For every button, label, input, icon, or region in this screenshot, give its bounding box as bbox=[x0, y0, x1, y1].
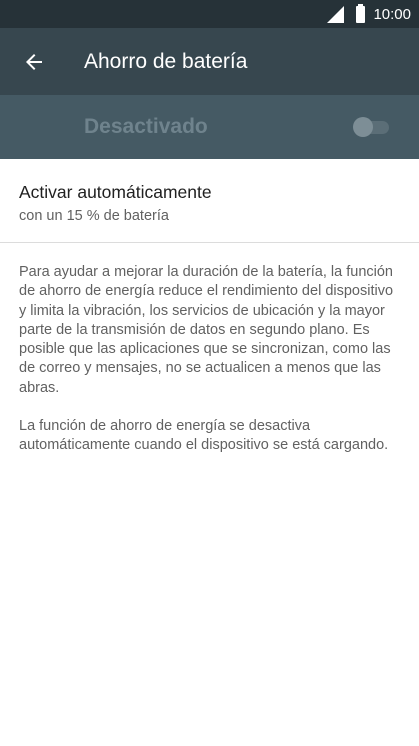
preference-summary: con un 15 % de batería bbox=[19, 208, 169, 224]
status-time: 10:00 bbox=[373, 5, 411, 23]
page-title: Ahorro de batería bbox=[84, 49, 248, 73]
preference-title: Activar automáticamente bbox=[19, 182, 212, 202]
master-switch-label: Desactivado bbox=[84, 115, 208, 138]
footer-description: Para ayudar a mejorar la duración de la … bbox=[0, 243, 419, 456]
battery-saver-screen: 10:00 Ahorro de batería Desactivado Acti… bbox=[0, 0, 419, 746]
auto-activate-preference[interactable]: Activar automáticamente con un 15 % de b… bbox=[0, 159, 419, 243]
battery-saver-toggle[interactable] bbox=[353, 117, 389, 137]
back-button[interactable] bbox=[4, 38, 64, 86]
footer-paragraph-2: La función de ahorro de energía se desac… bbox=[19, 418, 389, 454]
signal-icon bbox=[327, 5, 345, 23]
footer-paragraph-1: Para ayudar a mejorar la duración de la … bbox=[19, 264, 394, 396]
status-bar: 10:00 bbox=[0, 0, 419, 28]
toggle-thumb bbox=[353, 117, 373, 137]
arrow-back-icon bbox=[26, 53, 42, 70]
battery-icon bbox=[356, 3, 366, 23]
toolbar: Ahorro de batería bbox=[0, 28, 419, 95]
master-switch-bar[interactable]: Desactivado bbox=[0, 95, 419, 159]
